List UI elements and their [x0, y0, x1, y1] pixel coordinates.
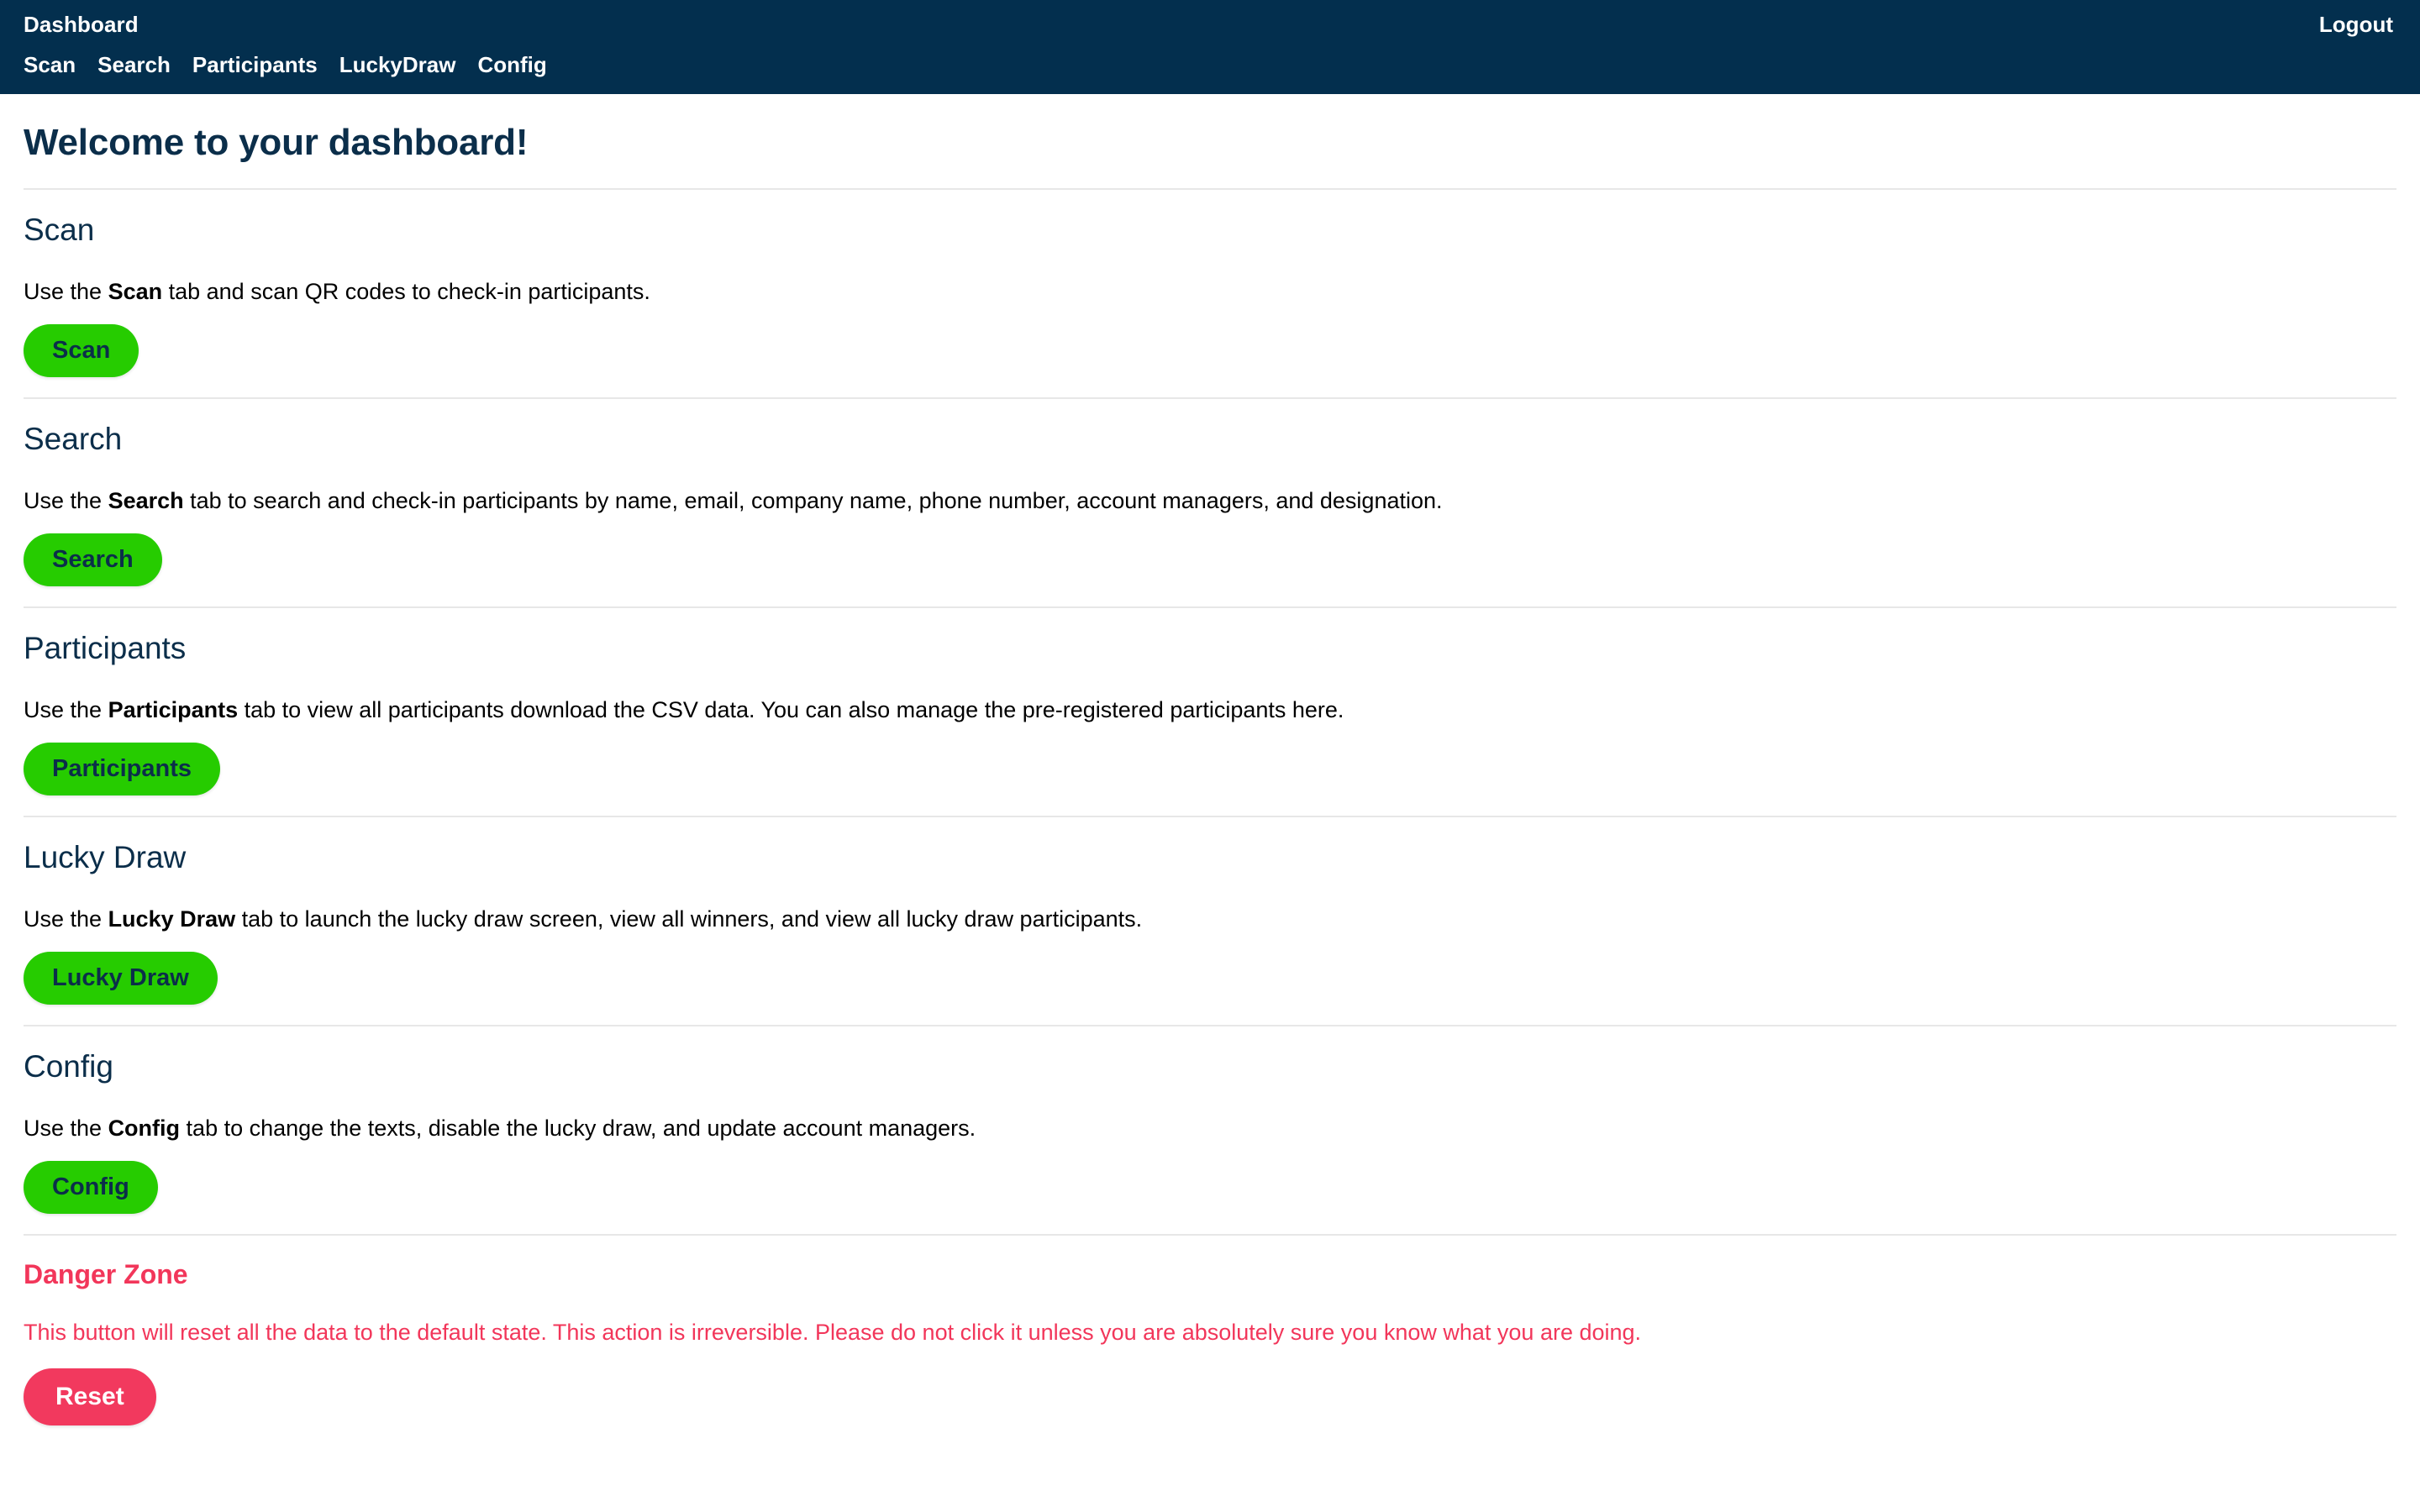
- section-desc-config: Use the Config tab to change the texts, …: [24, 1114, 2396, 1142]
- desc-bold: Search: [108, 488, 184, 513]
- nav-link-participants[interactable]: Participants: [192, 51, 318, 78]
- section-title-participants: Participants: [24, 631, 187, 665]
- navbar-top-row: Dashboard Logout: [24, 10, 2396, 47]
- section-scan: Scan Use the Scan tab and scan QR codes …: [24, 190, 2396, 397]
- nav-link-scan[interactable]: Scan: [24, 51, 76, 78]
- nav-link-search[interactable]: Search: [97, 51, 171, 78]
- desc-pre: Use the: [24, 279, 108, 304]
- section-participants: Participants Use the Participants tab to…: [24, 608, 2396, 816]
- desc-pre: Use the: [24, 488, 108, 513]
- page-title: Welcome to your dashboard!: [24, 122, 529, 163]
- lucky-draw-button[interactable]: Lucky Draw: [24, 952, 218, 1005]
- section-title-config: Config: [24, 1049, 113, 1084]
- section-desc-participants: Use the Participants tab to view all par…: [24, 696, 2396, 724]
- section-desc-search: Use the Search tab to search and check-i…: [24, 486, 2396, 515]
- nav-link-luckydraw[interactable]: LuckyDraw: [339, 51, 456, 78]
- config-button[interactable]: Config: [24, 1161, 158, 1214]
- danger-zone-description: This button will reset all the data to t…: [24, 1320, 1642, 1345]
- desc-post: tab to search and check-in participants …: [183, 488, 1443, 513]
- desc-pre: Use the: [24, 697, 108, 722]
- desc-pre: Use the: [24, 1116, 108, 1141]
- section-desc-lucky-draw: Use the Lucky Draw tab to launch the luc…: [24, 905, 2396, 933]
- reset-button[interactable]: Reset: [24, 1368, 156, 1425]
- desc-bold: Lucky Draw: [108, 906, 236, 932]
- desc-post: tab to launch the lucky draw screen, vie…: [235, 906, 1143, 932]
- desc-post: tab to change the texts, disable the luc…: [180, 1116, 976, 1141]
- desc-post: tab and scan QR codes to check-in partic…: [162, 279, 650, 304]
- participants-button[interactable]: Participants: [24, 743, 220, 795]
- nav-link-config[interactable]: Config: [477, 51, 546, 78]
- desc-bold: Scan: [108, 279, 163, 304]
- section-title-scan: Scan: [24, 213, 95, 247]
- brand-dashboard-link[interactable]: Dashboard: [24, 10, 139, 39]
- section-search: Search Use the Search tab to search and …: [24, 399, 2396, 606]
- top-navbar: Dashboard Logout Scan Search Participant…: [0, 0, 2420, 94]
- section-lucky-draw: Lucky Draw Use the Lucky Draw tab to lau…: [24, 817, 2396, 1025]
- page-content: Welcome to your dashboard! Scan Use the …: [0, 121, 2420, 1446]
- danger-zone-title: Danger Zone: [24, 1259, 188, 1289]
- navbar-links: Scan Search Participants LuckyDraw Confi…: [24, 47, 2396, 82]
- desc-bold: Participants: [108, 697, 239, 722]
- desc-pre: Use the: [24, 906, 108, 932]
- desc-bold: Config: [108, 1116, 181, 1141]
- search-button[interactable]: Search: [24, 533, 162, 586]
- scan-button[interactable]: Scan: [24, 324, 139, 377]
- logout-link[interactable]: Logout: [2319, 10, 2396, 39]
- section-danger-zone: Danger Zone This button will reset all t…: [24, 1236, 2396, 1446]
- section-config: Config Use the Config tab to change the …: [24, 1026, 2396, 1234]
- section-title-lucky-draw: Lucky Draw: [24, 840, 187, 874]
- section-title-search: Search: [24, 422, 123, 456]
- section-desc-scan: Use the Scan tab and scan QR codes to ch…: [24, 277, 2396, 306]
- desc-post: tab to view all participants download th…: [238, 697, 1344, 722]
